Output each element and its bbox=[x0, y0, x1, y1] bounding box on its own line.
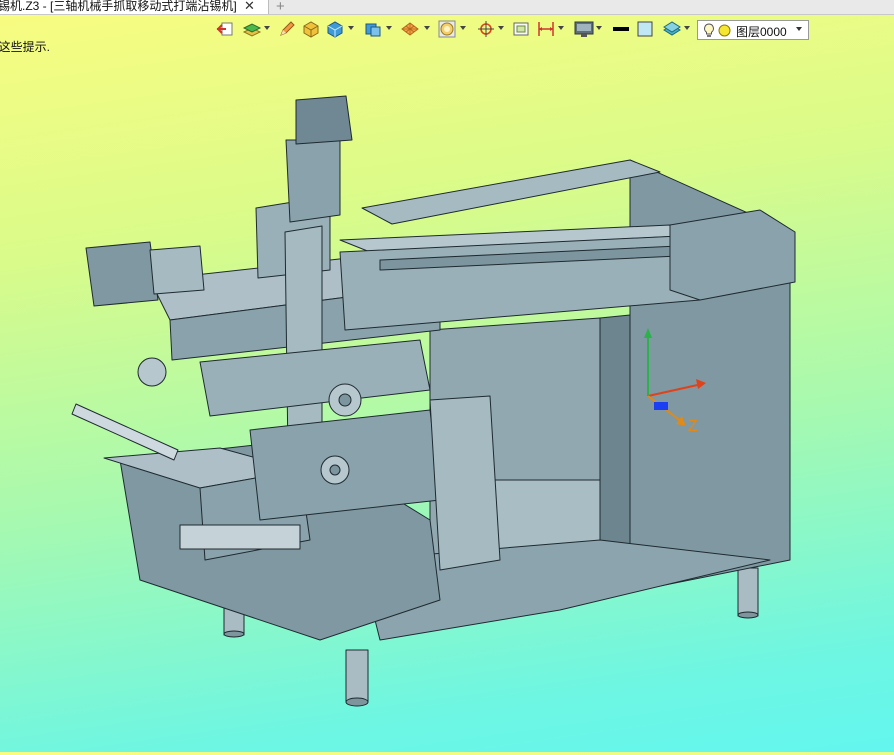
dimension-icon[interactable] bbox=[536, 20, 556, 40]
chevron-down-icon[interactable] bbox=[596, 26, 602, 30]
render-mode-icon[interactable] bbox=[400, 20, 420, 40]
chevron-down-icon[interactable] bbox=[264, 26, 270, 30]
chevron-down-icon[interactable] bbox=[386, 26, 392, 30]
monitor-icon[interactable] bbox=[574, 20, 594, 40]
tab-title: 锡机.Z3 - [三轴机械手抓取移动式打端沾锡机] bbox=[0, 0, 237, 13]
chevron-down-icon[interactable] bbox=[796, 27, 802, 31]
lightbulb-icon[interactable] bbox=[703, 23, 715, 41]
layer-label: 图层0000 bbox=[736, 25, 787, 39]
fill-color-swatch[interactable] bbox=[636, 20, 654, 40]
chevron-down-icon[interactable] bbox=[498, 26, 504, 30]
close-icon[interactable]: ✕ bbox=[244, 0, 255, 12]
z-axis-label: Z bbox=[688, 418, 698, 435]
chevron-down-icon[interactable] bbox=[558, 26, 564, 30]
exit-sketch-icon[interactable] bbox=[216, 20, 234, 40]
document-tab[interactable]: 锡机.Z3 - [三轴机械手抓取移动式打端沾锡机] ✕ bbox=[0, 0, 269, 14]
layer-select[interactable]: 图层0000 bbox=[697, 20, 809, 40]
layer-stack-icon[interactable] bbox=[242, 20, 262, 40]
solid-view-icon[interactable] bbox=[364, 20, 382, 40]
new-tab-icon[interactable]: + bbox=[276, 0, 285, 15]
cube-icon[interactable] bbox=[326, 20, 344, 40]
machine-model bbox=[71, 95, 796, 707]
line-color-swatch[interactable] bbox=[612, 20, 630, 40]
chevron-down-icon[interactable] bbox=[348, 26, 354, 30]
3d-viewport[interactable] bbox=[0, 44, 894, 752]
chevron-down-icon[interactable] bbox=[424, 26, 430, 30]
pencil-icon[interactable] bbox=[278, 20, 296, 40]
box-icon[interactable] bbox=[302, 20, 320, 40]
material-icon[interactable] bbox=[662, 20, 682, 40]
chevron-down-icon[interactable] bbox=[460, 26, 466, 30]
chevron-down-icon[interactable] bbox=[684, 26, 690, 30]
view-sphere-icon[interactable] bbox=[438, 20, 456, 40]
layer-color-dot bbox=[718, 24, 731, 40]
axis-triad bbox=[644, 328, 706, 426]
tab-bar: 锡机.Z3 - [三轴机械手抓取移动式打端沾锡机] ✕ + bbox=[0, 0, 894, 15]
snap-target-icon[interactable] bbox=[476, 20, 496, 40]
frame-icon[interactable] bbox=[512, 20, 530, 40]
